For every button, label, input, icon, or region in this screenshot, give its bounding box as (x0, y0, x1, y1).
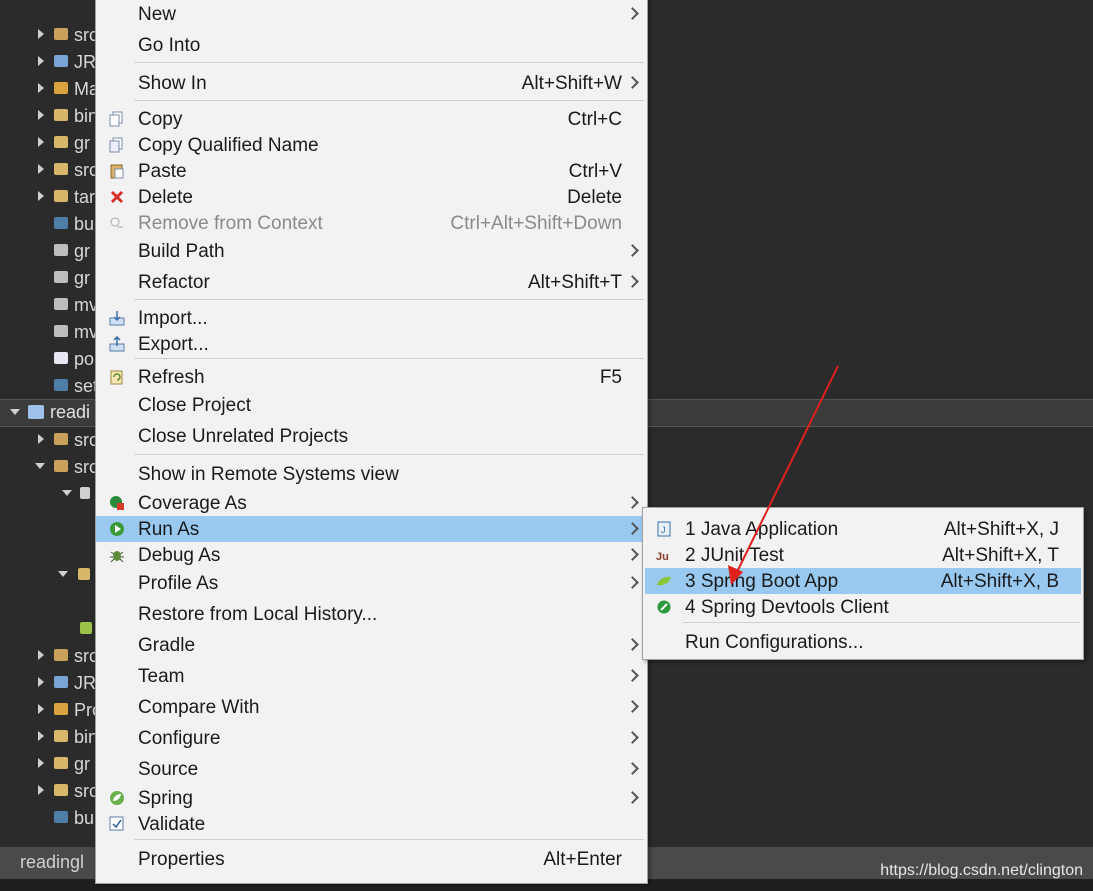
annotation-arrow (728, 365, 839, 585)
